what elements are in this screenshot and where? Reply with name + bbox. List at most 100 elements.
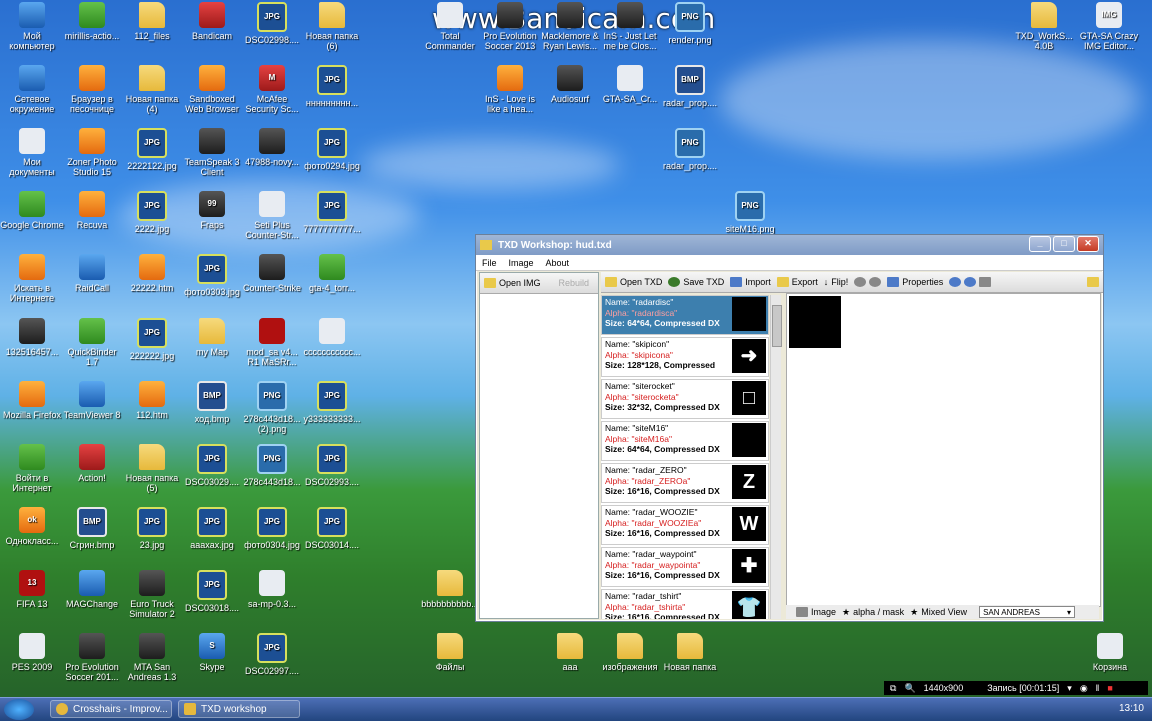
desktop-icon[interactable]: Корзина	[1078, 631, 1142, 672]
desktop-icon[interactable]: RaidCall	[60, 252, 124, 293]
desktop-icon[interactable]: InS - Love is like a hea...	[478, 63, 542, 114]
zoom-out-icon[interactable]	[854, 277, 867, 287]
menu-file[interactable]: File	[482, 258, 497, 268]
desktop-icon[interactable]: JPG DSC02997....	[240, 631, 304, 676]
desktop-icon[interactable]: IMG GTA-SA Crazy IMG Editor...	[1077, 0, 1141, 51]
desktop-icon[interactable]: PNG radar_prop....	[658, 126, 722, 171]
desktop-icon[interactable]: Action!	[60, 442, 124, 483]
desktop-icon[interactable]: my Map	[180, 316, 244, 357]
import-button[interactable]: Import	[730, 277, 771, 287]
desktop-icon[interactable]: JPG фото0304.jpg	[240, 505, 304, 550]
notes-button[interactable]	[1087, 277, 1099, 287]
desktop-icon[interactable]: JPG фото0294.jpg	[300, 126, 364, 171]
desktop-icon[interactable]: 22222.htm	[120, 252, 184, 293]
zoom-buttons[interactable]	[854, 277, 882, 287]
taskbar-item-crosshairs[interactable]: Crosshairs - Improv...	[50, 700, 172, 718]
desktop-icon[interactable]: bbbbbbbbbb...	[418, 568, 482, 609]
desktop-icon[interactable]: BMP radar_prop....	[658, 63, 722, 108]
desktop-icon[interactable]: JPG DSC03018....	[180, 568, 244, 613]
desktop-icon[interactable]: Pro Evolution Soccer 2013	[478, 0, 542, 51]
magnifier-icon[interactable]	[964, 277, 977, 287]
export-button[interactable]: Export	[776, 277, 818, 287]
desktop-icon[interactable]: PNG 278c443d18...	[240, 442, 304, 487]
desktop-icon[interactable]: Bandicam	[180, 0, 244, 41]
txd-workshop-window[interactable]: TXD Workshop: hud.txd _ □ ✕ File Image A…	[475, 234, 1104, 622]
desktop-icon[interactable]: Сетевое окружение	[0, 63, 64, 114]
texture-list-item[interactable]: Name: "siterocket" Alpha: "siterocketa" Si…	[601, 379, 769, 419]
tab-mixed-view[interactable]: ★ Mixed View	[910, 607, 967, 618]
desktop-icon[interactable]: ccccccccccc...	[300, 316, 364, 357]
texture-list-item[interactable]: Name: "skipicon" Alpha: "skipicona" Size: …	[601, 337, 769, 377]
desktop-icon[interactable]: ok Однокласс...	[0, 505, 64, 546]
desktop-icon[interactable]: BMP Сгрин.bmp	[60, 505, 124, 550]
menu-about[interactable]: About	[546, 258, 570, 268]
desktop-icon[interactable]: PNG 278c443d18... (2).png	[240, 379, 304, 434]
desktop-icon[interactable]: JPG 2222.jpg	[120, 189, 184, 234]
desktop-icon[interactable]: Sandboxed Web Browser	[180, 63, 244, 114]
desktop-icon[interactable]: JPG 222222.jpg	[120, 316, 184, 361]
desktop-icon[interactable]: PNG render.png	[658, 0, 722, 45]
desktop-icon[interactable]: mirillis-actio...	[60, 0, 124, 41]
desktop-icon[interactable]: TeamViewer 8	[60, 379, 124, 420]
pause-icon[interactable]: ‖	[1096, 683, 1100, 693]
desktop-icon[interactable]: Seti Plus Counter-Str...	[240, 189, 304, 240]
desktop-icon[interactable]: InS - Just Let me be Clos...	[598, 0, 662, 51]
desktop-icon[interactable]: 47988-novy...	[240, 126, 304, 167]
desktop-icon[interactable]: GTA-SA_Cr...	[598, 63, 662, 104]
desktop-icon[interactable]: MAGChange	[60, 568, 124, 609]
desktop-icon[interactable]: 132516457...	[0, 316, 64, 357]
desktop-icon[interactable]: Браузер в песочнице	[60, 63, 124, 114]
desktop-icon[interactable]: Новая папка	[658, 631, 722, 672]
desktop-icon[interactable]: Войти в Интернет	[0, 442, 64, 493]
close-button[interactable]: ✕	[1077, 236, 1099, 252]
desktop-icon[interactable]: Google Chrome	[0, 189, 64, 230]
desktop-icon[interactable]: mod_sa v4... R1 MaSRr...	[240, 316, 304, 367]
desktop-icon[interactable]: sa-mp-0.3...	[240, 568, 304, 609]
texture-list-item[interactable]: Name: "radardisc" Alpha: "radardisca" Size…	[601, 295, 769, 335]
menu-image[interactable]: Image	[509, 258, 534, 268]
desktop-icon[interactable]: JPG aaaxax.jpg	[180, 505, 244, 550]
save-txd-button[interactable]: Save TXD	[668, 277, 724, 287]
desktop-icon[interactable]: BMP ход.bmp	[180, 379, 244, 424]
window-titlebar[interactable]: TXD Workshop: hud.txd _ □ ✕	[476, 235, 1103, 255]
search-icon[interactable]: 🔍	[904, 683, 915, 694]
desktop-icon[interactable]: Mozilla Firefox	[0, 379, 64, 420]
desktop-icon[interactable]: JPG 7777777777...	[300, 189, 364, 234]
desktop-icon[interactable]: PNG siteM16.png	[718, 189, 782, 234]
desktop-icon[interactable]: JPG ннннннннн...	[300, 63, 364, 108]
texture-list-item[interactable]: Name: "radar_tshirt" Alpha: "radar_tshirt…	[601, 589, 769, 619]
desktop-icon[interactable]: Файлы	[418, 631, 482, 672]
open-txd-button[interactable]: Open TXD	[605, 277, 662, 287]
open-img-button[interactable]: Open IMG	[484, 278, 541, 288]
desktop-icon[interactable]: aaa	[538, 631, 602, 672]
desktop-icon[interactable]: Counter-Strike	[240, 252, 304, 293]
desktop-icon[interactable]: QuickBinder 1.7	[60, 316, 124, 367]
desktop-icon[interactable]: JPG DSC03014....	[300, 505, 364, 550]
flip-button[interactable]: ↓ Flip!	[824, 277, 849, 287]
texture-list-item[interactable]: Name: "radar_ZERO" Alpha: "radar_ZEROa" Si…	[601, 463, 769, 503]
desktop-icon[interactable]: 13 FIFA 13	[0, 568, 64, 609]
desktop-icon[interactable]: 99 Fraps	[180, 189, 244, 230]
desktop-icon[interactable]: MTA San Andreas 1.3	[120, 631, 184, 682]
desktop-icon[interactable]: 112_files	[120, 0, 184, 41]
texture-list-item[interactable]: Name: "radar_WOOZIE" Alpha: "radar_WOOZIE…	[601, 505, 769, 545]
zoom-in-icon[interactable]	[869, 277, 882, 287]
magnifier-icon[interactable]	[949, 277, 962, 287]
texture-list[interactable]: Name: "radardisc" Alpha: "radardisca" Size…	[601, 295, 769, 619]
screenshot-icon[interactable]: ◉	[1080, 683, 1088, 694]
desktop-icon[interactable]: Euro Truck Simulator 2	[120, 568, 184, 619]
dropdown-icon[interactable]: ▾	[1067, 683, 1072, 694]
page-icon[interactable]	[979, 277, 992, 287]
rebuild-button[interactable]: Rebuild	[559, 278, 590, 288]
camera-icon[interactable]: ⧉	[890, 683, 896, 694]
desktop-icon[interactable]: JPG DSC02998....	[240, 0, 304, 45]
scrollbar-thumb[interactable]	[772, 305, 782, 347]
desktop-icon[interactable]: TeamSpeak 3 Client	[180, 126, 244, 177]
search-buttons[interactable]	[949, 277, 992, 287]
desktop-icon[interactable]: Pro Evolution Soccer 201...	[60, 631, 124, 682]
desktop-icon[interactable]: M McAfee Security Sc...	[240, 63, 304, 114]
texture-list-item[interactable]: Name: "radar_waypoint" Alpha: "radar_wayp…	[601, 547, 769, 587]
minimize-button[interactable]: _	[1029, 236, 1051, 252]
desktop-icon[interactable]: Macklemore & Ryan Lewis...	[538, 0, 602, 51]
taskbar-item-txd[interactable]: TXD workshop	[178, 700, 300, 718]
